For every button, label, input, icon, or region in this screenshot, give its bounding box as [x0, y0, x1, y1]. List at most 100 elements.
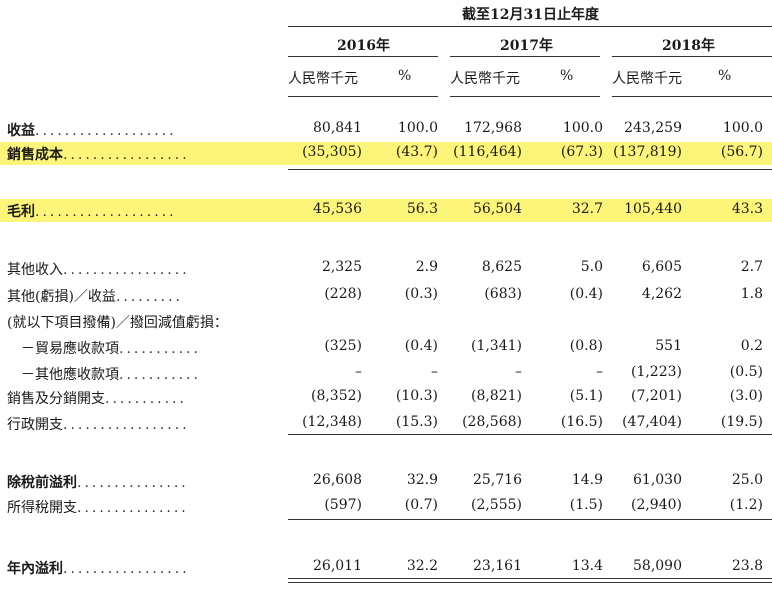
cell-other-receivables-3: – [515, 364, 522, 380]
cell-other-receivables-5: (1,223) [630, 364, 682, 380]
unit-pct-2017: % [560, 68, 574, 84]
year-header-2017: 2017年 [500, 38, 553, 54]
cell-selling-distribution-6: (3.0) [729, 388, 763, 404]
leader-dots: ................. [63, 561, 190, 577]
leader-dots: ............... [77, 500, 189, 516]
cell-other-loss-gain-1: (228) [324, 286, 362, 302]
cell-income-tax-1: (597) [324, 497, 362, 513]
double-rule-bottom [288, 582, 772, 583]
year-underline-2018 [612, 56, 772, 57]
leader-dots: ......... [115, 289, 183, 305]
cell-profit-before-tax-3: 25,716 [473, 472, 522, 488]
row-label: 行政開支................. [7, 414, 282, 434]
cell-other-loss-gain-4: (0.4) [569, 286, 603, 302]
row-label-text: 銷售成本 [7, 147, 63, 163]
unit-rmb-2018: 人民幣千元 [612, 71, 682, 87]
cell-admin-expenses-3: (28,568) [462, 414, 522, 430]
cell-selling-distribution-1: (8,352) [310, 388, 362, 404]
row-label: 銷售及分銷開支........... [7, 388, 282, 408]
row-label: 毛利................... [7, 201, 282, 221]
row-label: 除稅前溢利............... [7, 472, 282, 492]
unit-rmb-2016: 人民幣千元 [288, 71, 358, 87]
cell-trade-receivables-2: (0.4) [404, 338, 438, 354]
cell-cost-of-sales-1: (35,305) [302, 144, 362, 160]
year-underline-2016 [288, 56, 438, 57]
cell-profit-for-year-1: 26,011 [313, 558, 362, 574]
cell-admin-expenses-6: (19.5) [720, 414, 763, 430]
cell-other-income-4: 5.0 [580, 259, 603, 275]
header-rule-2018 [612, 96, 772, 97]
rule-after-tax [288, 519, 772, 520]
cell-cost-of-sales-3: (116,464) [453, 144, 522, 160]
cell-other-income-3: 8,625 [481, 259, 522, 275]
leader-dots: ........... [119, 367, 201, 383]
cell-admin-expenses-2: (15.3) [395, 414, 438, 430]
cell-selling-distribution-5: (7,201) [630, 388, 682, 404]
cell-gross-profit-3: 56,504 [473, 201, 522, 217]
row-label-text: 其他(虧損)／收益 [7, 289, 116, 305]
cell-gross-profit-1: 45,536 [313, 201, 362, 217]
leader-dots: ................... [35, 123, 177, 139]
cell-admin-expenses-4: (16.5) [560, 414, 603, 430]
cell-profit-before-tax-6: 25.0 [731, 472, 763, 488]
cell-gross-profit-6: 43.3 [731, 201, 763, 217]
cell-cost-of-sales-4: (67.3) [560, 144, 603, 160]
row-label-text: 所得稅開支 [7, 500, 77, 516]
row-label: －貿易應收款項........... [7, 338, 282, 358]
cell-trade-receivables-6: 0.2 [740, 338, 763, 354]
cell-other-receivables-6: (0.5) [729, 364, 763, 380]
row-label-text: 毛利 [7, 204, 35, 220]
rule-after-cost-of-sales [288, 169, 772, 170]
cell-other-income-1: 2,325 [321, 259, 362, 275]
leader-dots: ................. [63, 147, 190, 163]
row-label: 銷售成本................. [7, 144, 282, 164]
cell-profit-for-year-6: 23.8 [731, 558, 763, 574]
row-label-text: 銷售及分銷開支 [7, 391, 105, 407]
cell-other-receivables-1: – [355, 364, 362, 380]
cell-cost-of-sales-6: (56.7) [720, 144, 763, 160]
period-underline [288, 26, 772, 27]
row-label-text: 除稅前溢利 [7, 475, 77, 491]
cell-revenue-6: 100.0 [722, 120, 763, 136]
cell-gross-profit-5: 105,440 [624, 201, 682, 217]
cell-profit-for-year-2: 32.2 [406, 558, 438, 574]
leader-dots: ................. [63, 262, 190, 278]
leader-dots: ........... [105, 391, 187, 407]
row-label-text: (就以下項目撥備)／撥回減值虧損： [7, 315, 228, 331]
cell-other-loss-gain-6: 1.8 [740, 286, 763, 302]
double-rule-top [288, 578, 772, 579]
cell-gross-profit-2: 56.3 [406, 201, 438, 217]
leader-dots: ................... [35, 204, 177, 220]
row-label: 其他(虧損)／收益......... [7, 286, 282, 306]
cell-selling-distribution-4: (5.1) [569, 388, 603, 404]
cell-trade-receivables-5: 551 [655, 338, 682, 354]
leader-dots: ........... [119, 341, 201, 357]
row-label: －其他應收款項........... [7, 364, 282, 384]
unit-pct-2016: % [398, 68, 412, 84]
cell-revenue-2: 100.0 [397, 120, 438, 136]
cell-other-loss-gain-3: (683) [484, 286, 522, 302]
cell-other-receivables-2: – [431, 364, 438, 380]
cell-trade-receivables-3: (1,341) [470, 338, 522, 354]
row-label-text: －貿易應收款項 [21, 341, 119, 357]
cell-other-income-5: 6,605 [641, 259, 682, 275]
leader-dots: ............... [77, 475, 189, 491]
row-label-text: 其他收入 [7, 262, 63, 278]
row-label-text: 年內溢利 [7, 561, 63, 577]
unit-pct-2018: % [718, 68, 732, 84]
row-label-text: 收益 [7, 123, 35, 139]
year-header-2018: 2018年 [662, 38, 715, 54]
cell-profit-before-tax-2: 32.9 [406, 472, 438, 488]
rule-after-admin [288, 434, 772, 435]
cell-other-loss-gain-5: 4,262 [641, 286, 682, 302]
row-label-text: －其他應收款項 [21, 367, 119, 383]
year-underline-2017 [450, 56, 600, 57]
cell-income-tax-5: (2,940) [630, 497, 682, 513]
cell-selling-distribution-3: (8,821) [470, 388, 522, 404]
cell-other-loss-gain-2: (0.3) [404, 286, 438, 302]
row-label: 收益................... [7, 120, 282, 140]
period-header: 截至12月31日止年度 [462, 7, 599, 23]
cell-income-tax-3: (2,555) [470, 497, 522, 513]
cell-profit-for-year-4: 13.4 [571, 558, 603, 574]
cell-profit-for-year-5: 58,090 [633, 558, 682, 574]
